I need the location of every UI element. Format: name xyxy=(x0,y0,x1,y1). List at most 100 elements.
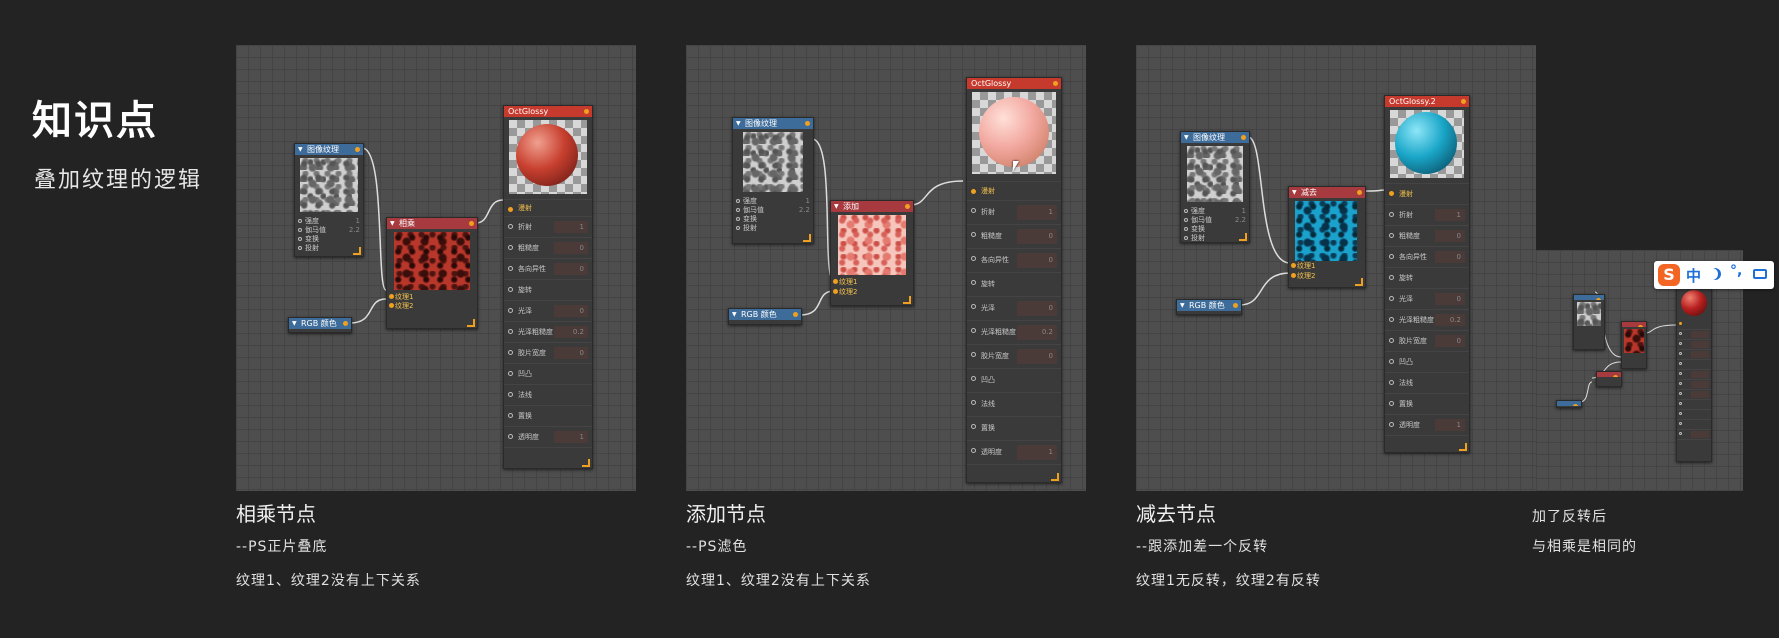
subtract-preview xyxy=(1295,201,1357,261)
image-texture-node-header[interactable]: 图像纹理 xyxy=(733,118,813,129)
add-sub1: --PS滤色 xyxy=(686,539,748,555)
add-node-editor[interactable]: 图像纹理 强度1 伽马值2.2 变换 投射 添加 纹理1 纹理2 RGB 颜色 … xyxy=(686,45,1086,491)
param-strength: 强度 1 xyxy=(1184,207,1246,215)
param-transform: 变换 xyxy=(736,215,810,224)
port-texture2[interactable]: 纹理2 xyxy=(388,301,413,311)
port-texture1[interactable]: 纹理1 xyxy=(832,277,857,287)
image-texture-node[interactable]: 图像纹理 强度1 伽马值2.2 变换 投射 xyxy=(294,143,364,257)
rgb-color-node[interactable]: RGB 颜色 xyxy=(1176,299,1242,315)
rgb-color-node-header[interactable]: RGB 颜色 xyxy=(1177,300,1241,311)
material-header[interactable]: OctGlossy.2 xyxy=(1385,96,1469,107)
image-texture-node-header[interactable]: 图像纹理 xyxy=(295,144,363,155)
mat-row: 粗糙度 0 xyxy=(1385,226,1469,247)
param-strength: 强度 1 xyxy=(298,217,360,225)
ime-lang-toggle[interactable]: 中 xyxy=(1686,265,1701,286)
ime-logo-icon[interactable]: S xyxy=(1658,264,1680,286)
add-caption: 添加节点 xyxy=(686,502,766,526)
param-projection: 投射 xyxy=(1184,234,1246,243)
multiply-node-small[interactable] xyxy=(1621,321,1647,369)
add-node-header[interactable]: 添加 xyxy=(831,201,913,212)
rgb-color-node[interactable]: RGB 颜色 xyxy=(728,308,802,325)
mat-row xyxy=(1677,380,1711,390)
param-gamma: 伽马值 2.2 xyxy=(298,226,360,234)
mat-row-diffuse[interactable]: 漫射 xyxy=(967,182,1061,201)
mat-row xyxy=(1677,350,1711,360)
add-node[interactable]: 添加 纹理1 纹理2 xyxy=(830,200,914,306)
port-texture2[interactable]: 纹理2 xyxy=(1290,271,1315,281)
mat-row: 置换 xyxy=(504,406,592,427)
mat-row-diffuse[interactable]: 漫射 xyxy=(504,200,592,217)
mat-row: 光泽粗糙度 0.2 xyxy=(504,322,592,343)
mat-row: 各向异性 0 xyxy=(967,249,1061,273)
mat-row: 光泽 0 xyxy=(1385,289,1469,310)
material-rows: 折射 1 粗糙度 0 各向异性 0 旋转 光泽 0 光泽粗糙度 0.2 胶片宽度 0 凹凸 … xyxy=(1385,205,1469,436)
resize-handle[interactable] xyxy=(353,247,361,255)
mat-row: 透明度 1 xyxy=(967,441,1061,465)
resize-handle[interactable] xyxy=(1239,233,1247,241)
texture-preview xyxy=(300,158,358,212)
ime-toolbar[interactable]: S 中 °, xyxy=(1654,261,1774,289)
port-texture2[interactable]: 纹理2 xyxy=(832,287,857,297)
mat-row xyxy=(1677,420,1711,430)
octglossy-material-node[interactable]: OctGlossy 漫射 折射 1 粗糙度 0 各向异性 0 旋转 光泽 0 光泽粗糙度… xyxy=(966,77,1062,483)
rgb-color-node-header[interactable]: RGB 颜色 xyxy=(729,309,801,320)
multiply-node-header[interactable]: 相乘 xyxy=(387,218,477,229)
image-texture-node-header[interactable] xyxy=(1574,295,1604,300)
image-texture-node[interactable]: 图像纹理 强度1 伽马值2.2 变换 投射 xyxy=(1180,131,1250,243)
invert-node[interactable] xyxy=(1596,371,1622,387)
op-preview xyxy=(1624,329,1644,353)
resize-handle[interactable] xyxy=(1051,473,1059,481)
multiply-sub1: --PS正片叠底 xyxy=(236,539,328,555)
mat-row: 折射 1 xyxy=(1385,205,1469,226)
mat-row: 法线 xyxy=(1385,373,1469,394)
panel-background-gap xyxy=(1536,45,1779,250)
port-texture1[interactable]: 纹理1 xyxy=(1290,261,1315,271)
subtract-node-editor[interactable]: 图像纹理 强度1 伽马值2.2 变换 投射 减去 纹理1 纹理2 RGB 颜色 … xyxy=(1136,45,1536,491)
mat-row xyxy=(1677,410,1711,420)
mat-row: 凹凸 xyxy=(1385,352,1469,373)
multiply-sub2: 纹理1、纹理2没有上下关系 xyxy=(236,573,421,589)
mat-row-diffuse[interactable]: 漫射 xyxy=(1385,184,1469,205)
mat-row xyxy=(1677,370,1711,380)
material-header[interactable]: OctGlossy xyxy=(967,78,1061,89)
resize-handle[interactable] xyxy=(1459,443,1467,451)
param-gamma: 伽马值 2.2 xyxy=(736,206,810,214)
multiply-node-editor[interactable]: 图像纹理 强度1 伽马值2.2 变换 投射 相乘 纹理1 纹理2 RGB 颜色 … xyxy=(236,45,636,491)
subtract-node[interactable]: 减去 纹理1 纹理2 xyxy=(1288,186,1366,288)
octglossy-material-node[interactable]: OctGlossy 漫射 折射 1 粗糙度 0 各向异性 0 旋转 光泽 0 光泽粗糙度… xyxy=(503,105,593,469)
mat-row: 旋转 xyxy=(504,280,592,301)
param-transform: 变换 xyxy=(298,235,360,244)
rgb-color-node[interactable]: RGB 颜色 xyxy=(288,317,352,333)
subtract-node-header[interactable]: 减去 xyxy=(1289,187,1365,198)
material-node-small[interactable] xyxy=(1676,282,1712,462)
resize-handle[interactable] xyxy=(803,234,811,242)
resize-handle[interactable] xyxy=(903,296,911,304)
resize-handle[interactable] xyxy=(582,459,590,467)
resize-handle[interactable] xyxy=(467,319,475,327)
ime-keyboard-icon[interactable] xyxy=(1753,269,1767,279)
image-texture-node-header[interactable]: 图像纹理 xyxy=(1181,132,1249,143)
mat-row: 胶片宽度 0 xyxy=(967,345,1061,369)
rgb-color-node-header[interactable] xyxy=(1557,401,1581,406)
param-projection: 投射 xyxy=(736,224,810,233)
resize-handle[interactable] xyxy=(1355,278,1363,286)
image-texture-node[interactable]: 图像纹理 强度1 伽马值2.2 变换 投射 xyxy=(732,117,814,244)
multiply-node[interactable]: 相乘 纹理1 纹理2 xyxy=(386,217,478,329)
texture-params: 强度 1 伽马值 2.2 变换 投射 xyxy=(733,195,813,233)
octglossy-material-node[interactable]: OctGlossy.2 漫射 折射 1 粗糙度 0 各向异性 0 旋转 光泽 0 光泽粗… xyxy=(1384,95,1470,453)
invert-node-header[interactable] xyxy=(1597,372,1621,377)
param-transform: 变换 xyxy=(1184,225,1246,234)
ime-punct-icon[interactable]: °, xyxy=(1730,263,1742,279)
op-node-header[interactable] xyxy=(1622,322,1646,327)
material-header[interactable]: OctGlossy xyxy=(504,106,592,117)
mat-row xyxy=(1677,320,1711,330)
ime-moon-icon[interactable] xyxy=(1709,268,1721,280)
mat-row: 胶片宽度 0 xyxy=(1385,331,1469,352)
rgb-color-node-header[interactable]: RGB 颜色 xyxy=(289,318,351,329)
mat-row: 凹凸 xyxy=(504,364,592,385)
rgb-color-node-small[interactable] xyxy=(1556,400,1582,408)
subtract-sub1: --跟添加差一个反转 xyxy=(1136,539,1269,555)
image-texture-node-small[interactable] xyxy=(1573,294,1605,350)
mat-row: 旋转 xyxy=(967,273,1061,297)
material-preview-sphere xyxy=(979,97,1049,167)
